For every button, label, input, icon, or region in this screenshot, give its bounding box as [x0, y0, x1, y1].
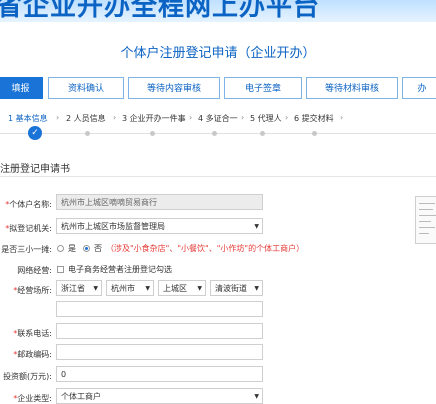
- chevron-right-icon: ›: [113, 113, 117, 122]
- sanxiaoyi-hint: （涉及"小食杂店"、"小餐饮"、"小作坊"的个体工商户）: [106, 244, 305, 253]
- substep-label: 提交材料: [301, 114, 334, 123]
- step-dot: [260, 131, 265, 136]
- substep-number: 5: [250, 114, 256, 123]
- type-label: *企业类型:: [13, 394, 52, 403]
- substep-personnel[interactable]: 2 人员信息: [66, 113, 106, 124]
- substep-submit-materials[interactable]: 6 提交材料: [294, 113, 334, 124]
- dropdown-arrow-icon: ▼: [197, 285, 202, 292]
- business-name-field[interactable]: 杭州市上城区嘀嘀贸易商行: [56, 194, 263, 210]
- chevron-right-icon: ›: [285, 113, 289, 122]
- substep-multi-cert[interactable]: 4 多证合一: [198, 113, 238, 124]
- dropdown-arrow-icon: ▼: [254, 285, 259, 292]
- substep-number: 2: [66, 114, 72, 123]
- step-dot: [150, 131, 155, 136]
- substep-label: 企业开办一件事: [129, 114, 186, 123]
- substep-label: 代理人: [257, 114, 282, 123]
- ecommerce-checkbox[interactable]: [57, 266, 64, 273]
- online-label: 网络经营:: [17, 266, 52, 275]
- page-title: 个体户注册登记申请（企业开办）: [120, 46, 316, 61]
- banner-title: 省企业开办全程网上办平台: [0, 0, 321, 22]
- postcode-input[interactable]: [56, 344, 263, 360]
- chevron-right-icon: ›: [340, 113, 344, 122]
- step-dot: [312, 131, 317, 136]
- substep-number: 6: [294, 114, 300, 123]
- step-finish[interactable]: 办: [402, 77, 436, 99]
- capital-label: 投资额(万元):: [3, 372, 52, 381]
- sanxiaoyi-label: 是否三小一摊:: [1, 245, 52, 254]
- substep-basic-info[interactable]: 1 基本信息: [8, 113, 48, 124]
- substep-number: 1: [8, 114, 14, 123]
- dropdown-arrow-icon: ▼: [254, 393, 259, 400]
- province-select[interactable]: 浙江省 ▼: [56, 280, 102, 296]
- check-icon: ✓: [28, 126, 42, 140]
- city-select[interactable]: 杭州市 ▼: [106, 280, 154, 296]
- phone-label: *联系电话:: [13, 329, 52, 338]
- substep-agent[interactable]: 5 代理人: [250, 113, 282, 124]
- radio-no-label: 否: [94, 244, 102, 253]
- ecommerce-checkbox-label: 电子商务经营者注册登记勾选: [68, 265, 172, 274]
- substep-label: 基本信息: [15, 114, 48, 123]
- registration-authority-select[interactable]: 杭州市上城区市场监督管理局 ▼: [56, 218, 263, 234]
- radio-yes[interactable]: [57, 245, 64, 252]
- chevron-right-icon: ›: [189, 113, 193, 122]
- site-banner: 省企业开办全程网上办平台: [0, 0, 436, 22]
- dropdown-arrow-icon: ▼: [254, 223, 259, 230]
- step-content-review[interactable]: 等待内容审核: [128, 77, 220, 99]
- authority-label: *拟登记机关:: [5, 224, 52, 233]
- chevron-right-icon: ›: [56, 113, 60, 122]
- capital-input[interactable]: 0: [56, 366, 263, 382]
- chevron-right-icon: ›: [241, 113, 245, 122]
- section-title: 注册登记申请书: [0, 164, 70, 175]
- substep-number: 3: [122, 114, 128, 123]
- step-esign[interactable]: 电子签章: [224, 77, 302, 99]
- phone-input[interactable]: [56, 323, 263, 339]
- substep-number: 4: [198, 114, 204, 123]
- step-confirm[interactable]: 资料确认: [48, 77, 124, 99]
- step-fill[interactable]: 填报: [0, 77, 43, 99]
- substep-enterprise-opening[interactable]: 3 企业开办一件事: [122, 113, 186, 124]
- substep-label: 人员信息: [73, 114, 106, 123]
- street-select[interactable]: 清波街道 ▼: [210, 280, 263, 296]
- step-material-review[interactable]: 等待材料审核: [306, 77, 398, 99]
- application-preview-thumbnail[interactable]: [415, 196, 436, 244]
- dropdown-arrow-icon: ▼: [145, 285, 150, 292]
- substep-track: [0, 133, 436, 134]
- substep-label: 多证合一: [205, 114, 238, 123]
- district-select[interactable]: 上城区 ▼: [158, 280, 206, 296]
- enterprise-type-select[interactable]: 个体工商户 ▼: [56, 388, 263, 404]
- section-divider: [0, 176, 436, 177]
- process-steps: 填报 资料确认 等待内容审核 电子签章 等待材料审核 办: [0, 77, 436, 99]
- name-label: *个体户名称:: [5, 200, 52, 209]
- step-dot: [85, 131, 90, 136]
- dropdown-arrow-icon: ▼: [93, 285, 98, 292]
- postcode-label: *邮政编码:: [13, 350, 52, 359]
- radio-no[interactable]: [83, 245, 90, 252]
- location-label: *经营场所:: [13, 286, 52, 295]
- substeps: 1 基本信息 › ✓ 2 人员信息 › 3 企业开办一件事 › 4 多证合一 ›…: [0, 113, 436, 141]
- address-detail-input[interactable]: [56, 301, 263, 317]
- radio-yes-label: 是: [68, 244, 76, 253]
- step-dot: [212, 131, 217, 136]
